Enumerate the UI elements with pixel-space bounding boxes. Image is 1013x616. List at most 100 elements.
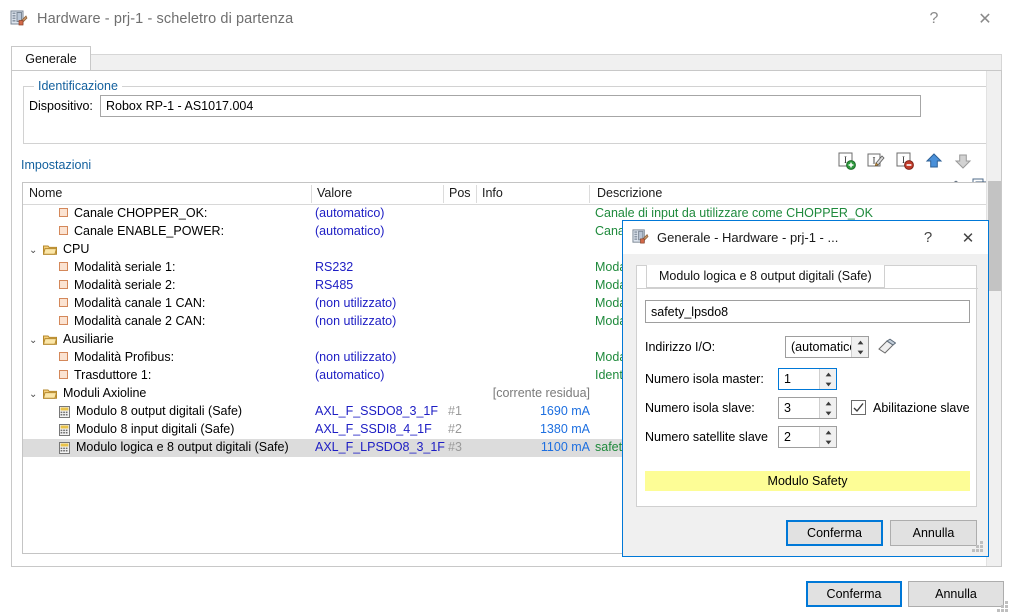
dialog-cancel-button[interactable]: Annulla	[890, 520, 977, 546]
master-island-label: Numero isola master:	[645, 372, 764, 386]
tree-row-label: Modulo logica e 8 output digitali (Safe)	[76, 440, 289, 454]
tree-row-label: Moduli Axioline	[63, 386, 147, 400]
dispositivo-input[interactable]	[100, 95, 921, 117]
dialog-window-controls: ? ✕	[908, 221, 988, 254]
column-header-pos[interactable]: Pos	[449, 186, 471, 200]
property-icon	[59, 352, 68, 362]
tree-row-value: RS232	[315, 260, 354, 274]
tree-row-name: ⌄ Moduli Axioline	[29, 386, 146, 400]
slave-island-value[interactable]: 3	[779, 398, 819, 418]
tree-row-info: [corrente residua]	[492, 386, 590, 400]
tree-row-name: Modalità Profibus:	[59, 350, 174, 364]
dialog-close-button[interactable]: ✕	[948, 221, 988, 254]
satellite-slave-value[interactable]: 2	[779, 427, 819, 447]
dialog-tab-module[interactable]: Modulo logica e 8 output digitali (Safe)	[646, 265, 885, 288]
tree-row-description: Canale di input da utilizzare come CHOPP…	[595, 206, 873, 220]
master-island-row: Numero isola master: 1	[645, 368, 970, 392]
eraser-icon[interactable]	[876, 337, 897, 358]
impostazioni-label[interactable]: Impostazioni	[21, 158, 91, 172]
module-icon	[59, 441, 70, 454]
property-icon	[59, 298, 68, 308]
tree-row-value: (automatico)	[315, 206, 385, 220]
folder-icon	[42, 244, 58, 255]
io-address-label: Indirizzo I/O:	[645, 340, 716, 354]
column-header-descrizione[interactable]: Descrizione	[597, 186, 662, 200]
tree-row-value: (automatico)	[315, 368, 385, 382]
tree-row-value: RS485	[315, 278, 354, 292]
satellite-slave-label: Numero satellite slave	[645, 430, 768, 444]
tree-row-name: Modalità seriale 1:	[59, 260, 175, 274]
io-address-spin-buttons[interactable]	[851, 337, 868, 357]
tree-row-label: Modalità canale 2 CAN:	[74, 314, 206, 328]
tree-row-label: CPU	[63, 242, 90, 256]
dialog-content-panel: Modulo logica e 8 output digitali (Safe)…	[636, 265, 978, 507]
slave-island-row: Numero isola slave: 3 Abilitazione slave	[645, 397, 970, 421]
cancel-button[interactable]: Annulla	[908, 581, 1004, 607]
tree-row-label: Canale ENABLE_POWER:	[74, 224, 225, 238]
help-button[interactable]: ?	[911, 0, 957, 38]
window-titlebar: Hardware - prj-1 - scheletro di partenza…	[0, 0, 1013, 38]
expand-toggle-icon[interactable]: ⌄	[29, 335, 43, 346]
tabstrip-filler	[91, 54, 1002, 71]
delete-item-button[interactable]: I	[895, 151, 915, 171]
master-island-value[interactable]: 1	[779, 369, 819, 389]
slave-island-spin-buttons[interactable]	[819, 398, 836, 418]
slave-enable-label[interactable]: Abilitazione slave	[873, 401, 970, 415]
resize-grip[interactable]	[997, 601, 1009, 613]
dialog-help-button[interactable]: ?	[908, 221, 948, 254]
spin-up-icon[interactable]	[820, 369, 836, 379]
slave-island-stepper[interactable]: 3	[778, 397, 837, 419]
column-header-nome[interactable]: Nome	[29, 186, 62, 200]
tree-row-value: (non utilizzato)	[315, 314, 397, 328]
spin-up-icon[interactable]	[820, 427, 836, 437]
satellite-slave-spin-buttons[interactable]	[819, 427, 836, 447]
tree-row-value: (automatico)	[315, 224, 385, 238]
spin-down-icon[interactable]	[852, 347, 868, 357]
edit-item-button[interactable]: I	[866, 151, 886, 171]
spin-up-icon[interactable]	[820, 398, 836, 408]
confirm-button[interactable]: Conferma	[806, 581, 902, 607]
module-name-input[interactable]	[645, 300, 970, 323]
expand-toggle-icon[interactable]: ⌄	[29, 389, 43, 400]
spin-down-icon[interactable]	[820, 408, 836, 418]
master-island-stepper[interactable]: 1	[778, 368, 837, 390]
io-address-stepper[interactable]: (automatico)	[785, 336, 869, 358]
spin-up-icon[interactable]	[852, 337, 868, 347]
column-header-valore[interactable]: Valore	[317, 186, 352, 200]
dispositivo-label: Dispositivo:	[29, 99, 93, 113]
dialog-confirm-button[interactable]: Conferma	[786, 520, 883, 546]
tree-row-label: Modalità seriale 1:	[74, 260, 176, 274]
tree-row-name: ⌄ Ausiliarie	[29, 332, 114, 346]
tabstrip: Generale	[11, 46, 1002, 71]
spin-down-icon[interactable]	[820, 379, 836, 389]
tab-generale[interactable]: Generale	[11, 46, 91, 71]
dialog-resize-grip[interactable]	[972, 541, 984, 553]
property-icon	[59, 226, 68, 236]
move-down-button[interactable]	[953, 151, 973, 171]
tree-header: Nome Valore Pos Info Descrizione	[23, 183, 987, 205]
tree-row-name: Canale ENABLE_POWER:	[59, 224, 224, 238]
slave-enable-checkbox[interactable]	[851, 400, 866, 415]
tree-row-value: (non utilizzato)	[315, 296, 397, 310]
close-button[interactable]: ✕	[957, 0, 1013, 38]
property-icon	[59, 262, 68, 272]
move-up-button[interactable]	[924, 151, 944, 171]
satellite-slave-stepper[interactable]: 2	[778, 426, 837, 448]
expand-toggle-icon[interactable]: ⌄	[29, 245, 43, 256]
tree-row-name: Modalità canale 2 CAN:	[59, 314, 205, 328]
tree-row-info: 1100 mA	[540, 440, 590, 454]
tree-row-label: Modulo 8 input digitali (Safe)	[76, 422, 235, 436]
property-icon	[59, 316, 68, 326]
tree-row-value: AXL_F_LPSDO8_3_1F	[315, 440, 445, 454]
spin-down-icon[interactable]	[820, 437, 836, 447]
main-scrollbar-thumb[interactable]	[988, 181, 1001, 291]
add-item-button[interactable]: I	[837, 151, 857, 171]
app-window: Hardware - prj-1 - scheletro di partenza…	[0, 0, 1013, 616]
folder-icon	[42, 388, 58, 399]
tree-row-label: Modalità Profibus:	[74, 350, 175, 364]
master-island-spin-buttons[interactable]	[819, 369, 836, 389]
tree-row-pos: #2	[448, 422, 462, 436]
tree-row-name: Canale CHOPPER_OK:	[59, 206, 207, 220]
tree-row-label: Ausiliarie	[63, 332, 114, 346]
column-header-info[interactable]: Info	[482, 186, 503, 200]
